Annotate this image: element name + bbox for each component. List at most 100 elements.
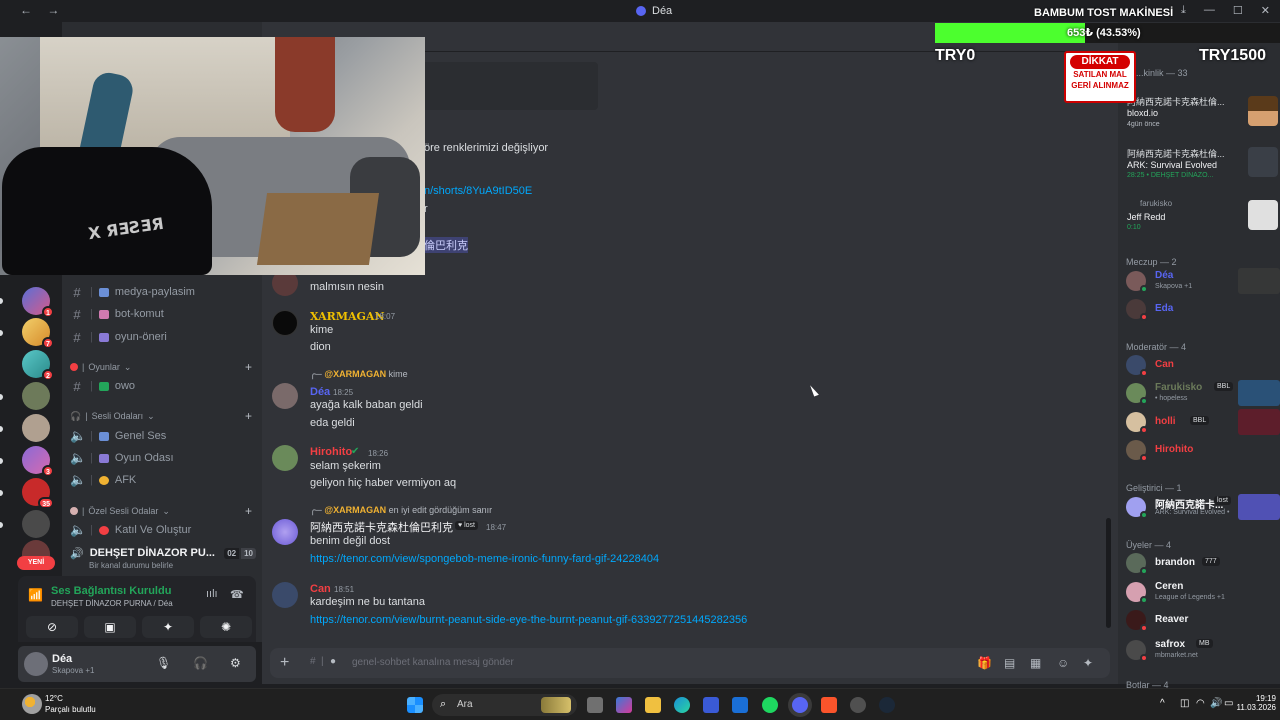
member-group-header[interactable]: Geliştirici — 1: [1126, 483, 1182, 493]
activity-user[interactable]: 阿納西克諾卡克森杜倫...: [1127, 147, 1225, 160]
system-clock[interactable]: 19:19 11.03.2026: [1236, 694, 1276, 712]
member-group-header[interactable]: Moderatör — 4: [1126, 342, 1186, 352]
voice-location[interactable]: DEHŞET DİNAZOR PURNA / Déa: [51, 599, 173, 608]
server-icon[interactable]: [22, 414, 50, 442]
gif-icon[interactable]: ▤: [1004, 656, 1015, 670]
member-name[interactable]: Ceren: [1155, 581, 1183, 592]
activities-button[interactable]: ✦: [142, 616, 194, 638]
mention[interactable]: 倫巴利克: [424, 237, 468, 253]
voice-channel-genel-ses[interactable]: 🔈 | Genel Ses: [70, 426, 256, 446]
download-icon[interactable]: ⤓: [1181, 4, 1186, 17]
battery-icon[interactable]: ▭: [1224, 698, 1233, 709]
avatar[interactable]: [1126, 640, 1148, 662]
wifi-icon[interactable]: ◠: [1196, 698, 1205, 709]
server-icon[interactable]: 35: [22, 478, 54, 509]
message-input[interactable]: genel-sohbet kanalına mesaj gönder: [352, 657, 514, 668]
voice-channel-katil-ve-olustur[interactable]: 🔈 | Katıl Ve Oluştur: [70, 520, 256, 540]
member-name[interactable]: Can: [1155, 359, 1174, 370]
channel-oyun-oneri[interactable]: # | oyun-öneri: [70, 327, 256, 347]
tray-app-icon[interactable]: ◫: [1180, 698, 1189, 709]
avatar[interactable]: [1126, 412, 1148, 434]
active-voice-channel[interactable]: 🔊 DEHŞET DİNAZOR PU... 02 10: [70, 544, 256, 562]
steam-icon[interactable]: [879, 697, 895, 713]
new-badge[interactable]: YENİ: [17, 556, 55, 570]
noise-suppression-icon[interactable]: ıılı: [206, 588, 218, 600]
avatar[interactable]: [1126, 610, 1148, 632]
edge-icon[interactable]: [674, 697, 690, 713]
brave-icon[interactable]: [821, 697, 837, 713]
minimize-button[interactable]: —: [1204, 4, 1215, 17]
spotify-icon[interactable]: [762, 697, 778, 713]
discord-icon[interactable]: [792, 697, 808, 713]
outlook-icon[interactable]: [732, 697, 748, 713]
avatar[interactable]: [1126, 440, 1148, 462]
member-name[interactable]: Hirohito: [1155, 444, 1193, 455]
avatar[interactable]: [272, 582, 298, 608]
scrollbar[interactable]: [1106, 518, 1111, 628]
signal-icon[interactable]: 📶: [28, 588, 43, 602]
member-name[interactable]: Reaver: [1155, 614, 1188, 625]
avatar[interactable]: [24, 652, 48, 676]
upload-icon[interactable]: +: [280, 654, 289, 672]
avatar[interactable]: [1126, 271, 1148, 293]
disconnect-icon[interactable]: ☎: [230, 588, 244, 601]
add-channel-icon[interactable]: +: [245, 504, 252, 518]
server-icon[interactable]: 3: [22, 446, 54, 477]
member-name[interactable]: Farukisko: [1155, 382, 1202, 393]
reply-preview[interactable]: ╭─ @XARMAGAN en iyi edit gördüğüm sanır: [310, 505, 492, 516]
member-name[interactable]: brandon: [1155, 557, 1195, 568]
category-ozel-sesli-odalar[interactable]: | Özel Sesli Odalar ⌄ +: [70, 503, 256, 519]
voice-channel-oyun-odasi[interactable]: 🔈 | Oyun Odası: [70, 448, 256, 468]
category-sesli-odalari[interactable]: 🎧 | Sesli Odaları ⌄ +: [70, 408, 256, 424]
store-icon[interactable]: [703, 697, 719, 713]
copilot-icon[interactable]: [616, 697, 632, 713]
server-icon[interactable]: [22, 510, 50, 538]
username[interactable]: XARMAGAN: [310, 310, 385, 323]
avatar[interactable]: [1126, 553, 1148, 575]
member-name[interactable]: Eda: [1155, 303, 1173, 314]
soundboard-button[interactable]: ✺: [200, 616, 252, 638]
username[interactable]: 阿納西克諾卡克森杜倫巴利克: [310, 519, 453, 535]
avatar[interactable]: [272, 445, 298, 471]
taskbar-search[interactable]: ⌕ Ara: [432, 694, 577, 716]
gear-icon[interactable]: ⚙: [230, 656, 241, 670]
weather-temp[interactable]: 12°C: [45, 694, 63, 703]
channel-medya-paylasim[interactable]: # | medya-paylasim: [70, 282, 256, 302]
camera-off-button[interactable]: ⊘: [26, 616, 78, 638]
sticker-icon[interactable]: ▦: [1030, 656, 1041, 670]
channel-status[interactable]: Bir kanal durumu belirle: [89, 561, 173, 570]
reply-preview[interactable]: ╭─ @XARMAGAN kime: [310, 369, 408, 380]
headphones-icon[interactable]: 🎧: [193, 656, 208, 670]
weather-icon[interactable]: [22, 694, 42, 714]
activity-user[interactable]: 阿納西克諾卡克森杜倫...: [1127, 95, 1225, 108]
username[interactable]: Déa: [52, 653, 72, 665]
channel-owo[interactable]: # | owo: [70, 376, 256, 396]
avatar[interactable]: [272, 310, 298, 336]
voice-channel-afk[interactable]: 🔈 | AFK: [70, 470, 256, 490]
screen-share-button[interactable]: ▣: [84, 616, 136, 638]
server-icon[interactable]: 7: [22, 318, 54, 349]
member-name[interactable]: safrox: [1155, 639, 1185, 650]
apps-icon[interactable]: ✦: [1083, 656, 1093, 670]
message-link[interactable]: https://tenor.com/view/spongebob-meme-ir…: [310, 553, 659, 565]
avatar[interactable]: [1126, 582, 1148, 604]
member-group-header[interactable]: Üyeler — 4: [1126, 540, 1171, 550]
avatar[interactable]: [1126, 355, 1148, 377]
chevron-up-icon[interactable]: ^: [1160, 698, 1165, 709]
channel-bot-komut[interactable]: # | bot-komut: [70, 304, 256, 324]
member-name[interactable]: holli: [1155, 416, 1176, 427]
username[interactable]: Déa: [310, 386, 330, 398]
close-button[interactable]: ✕: [1261, 4, 1270, 17]
username[interactable]: Hirohito: [310, 446, 352, 458]
category-oyunlar[interactable]: | Oyunlar ⌄ +: [70, 359, 256, 375]
add-channel-icon[interactable]: +: [245, 409, 252, 423]
member-name[interactable]: Déa: [1155, 270, 1173, 281]
message-link[interactable]: https://tenor.com/view/burnt-peanut-side…: [310, 614, 747, 626]
gift-icon[interactable]: 🎁: [977, 656, 992, 670]
volume-icon[interactable]: 🔊: [1210, 698, 1222, 709]
nav-arrows[interactable]: ← →: [20, 3, 65, 17]
server-icon[interactable]: [22, 382, 50, 410]
maximize-button[interactable]: ☐: [1233, 4, 1243, 17]
emoji-icon[interactable]: ☺: [1057, 656, 1069, 670]
member-group-header[interactable]: Meczup — 2: [1126, 257, 1177, 267]
